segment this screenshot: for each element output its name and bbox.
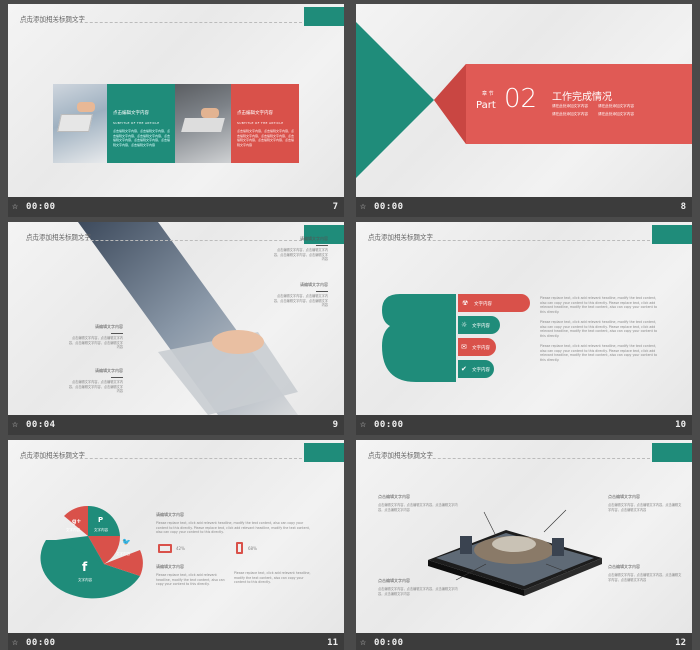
- slide-number: 10: [675, 420, 686, 430]
- slide-thumb-10[interactable]: 点击添加相关标题文字 ☢ 文字内容 ☼ 文字内容 ✉ 文字内容 ✔ 文字内容 P…: [356, 222, 692, 435]
- pill-row-4: ✔ 文字内容: [458, 360, 494, 378]
- slide-canvas: 点击添加相关标题文字 ☢ 文字内容 ☼ 文字内容 ✉ 文字内容 ✔ 文字内容 P…: [356, 222, 692, 415]
- slide-footer: ☆ 00:04 9: [8, 415, 344, 435]
- star-icon[interactable]: ☆: [12, 637, 18, 648]
- pill-row-1: ☢ 文字内容: [458, 294, 530, 312]
- sun-icon: ☼: [461, 321, 468, 329]
- pie-label: 文字内容: [78, 578, 92, 582]
- card-subtitle: SUBTITLE OF THE ARTICLE: [237, 121, 284, 125]
- left-item-2: 请编辑文字内容 点击编辑文字内容，点击编辑文字内容，点击编辑文字内容，点击编辑文…: [68, 368, 123, 393]
- twitter-icon: 🐦: [122, 538, 131, 546]
- pill-row-2: ☼ 文字内容: [458, 316, 500, 334]
- bullet-item: 请在此处添加文字内容: [598, 104, 634, 108]
- red-text-card: 点击编辑文字内容 SUBTITLE OF THE ARTICLE 点击编辑文字内…: [231, 84, 299, 163]
- callout-bottom-right: 点击编辑文字内容 点击编辑文字内容，点击编辑文字内容，点击编辑文字内容，点击编辑…: [608, 564, 682, 582]
- stat-value: 68%: [248, 546, 257, 551]
- slide-canvas: 点击添加相关标题文字 点击编辑文字内容 点击编辑文字内容，点击编辑文字内容，点击…: [356, 440, 692, 633]
- slide-number: 9: [332, 420, 338, 430]
- callout-top-right: 点击编辑文字内容 点击编辑文字内容，点击编辑文字内容，点击编辑文字内容，点击编辑…: [608, 494, 682, 512]
- text-block-bottom-1: 请编辑文字内容 Please replace text, click add r…: [156, 564, 225, 586]
- slide-number: 7: [332, 202, 338, 212]
- slide-thumb-7[interactable]: 点击添加相关标题文字 点击编辑文字内容 SUBTITLE OF THE ARTI…: [8, 4, 344, 217]
- teal-text-card: 点击编辑文字内容 SUBTITLE OF THE ARTICLE 点击编辑文字内…: [107, 84, 175, 163]
- card-subtitle: SUBTITLE OF THE ARTICLE: [113, 121, 160, 125]
- paragraph-block: Please replace text, click add relevant …: [540, 296, 658, 362]
- card-body: 点击编辑文字内容，点击编辑文字内容，点击编辑文字内容，点击编辑文字内容，点击编辑…: [237, 129, 295, 147]
- star-icon[interactable]: ☆: [360, 637, 366, 648]
- pinterest-icon: P: [98, 516, 104, 524]
- slide-thumb-8[interactable]: 章 节 Part 02 工作完成情况 请在此处添加文字内容 请在此处添加文字内容…: [356, 4, 692, 217]
- slide-footer: ☆ 00:00 7: [8, 197, 344, 217]
- slide-number: 8: [680, 202, 686, 212]
- google-plus-icon: g+: [72, 518, 82, 525]
- transition-time: 00:00: [26, 202, 56, 212]
- smartphone-city-graphic: [428, 509, 602, 596]
- star-icon[interactable]: ☆: [360, 201, 366, 212]
- chat-icon: ✉: [461, 343, 467, 351]
- text-block-bottom-2: Please replace text, click add relevant …: [234, 571, 311, 584]
- slide-canvas: 点击添加相关标题文字 g+ P 🐦 f 文字内容 文字内容 文字内容 文字内容 …: [8, 440, 344, 633]
- slide-thumb-11[interactable]: 点击添加相关标题文字 g+ P 🐦 f 文字内容 文字内容 文字内容 文字内容 …: [8, 440, 344, 650]
- star-icon[interactable]: ☆: [12, 419, 18, 430]
- social-pie-graphic: [40, 505, 143, 599]
- office-photo: [53, 84, 107, 163]
- section-title: 工作完成情况: [552, 92, 612, 103]
- slide-thumb-9[interactable]: 点击添加相关标题文字 请编辑文字内容 点击编辑文字内容，点击编辑文字内容，点击编…: [8, 222, 344, 435]
- bullet-item: 请在此处添加文字内容: [552, 112, 588, 116]
- header-divider: [20, 22, 302, 23]
- slide-canvas: 章 节 Part 02 工作完成情况 请在此处添加文字内容 请在此处添加文字内容…: [356, 4, 692, 197]
- card-body: 点击编辑文字内容，点击编辑文字内容，点击编辑文字内容，点击编辑文字内容，点击编辑…: [113, 129, 171, 147]
- check-icon: ✔: [461, 365, 467, 373]
- transition-time: 00:00: [374, 420, 404, 430]
- text-block-top: 请编辑文字内容 Please replace text, click add r…: [156, 512, 310, 534]
- star-icon[interactable]: ☆: [360, 419, 366, 430]
- monitor-icon: [158, 544, 172, 553]
- right-item-1: 请编辑文字内容 点击编辑文字内容，点击编辑文字内容，点击编辑文字内容，点击编辑文…: [273, 236, 328, 261]
- transition-time: 00:00: [374, 638, 404, 648]
- transition-time: 00:00: [26, 638, 56, 648]
- transition-time: 00:04: [26, 420, 56, 430]
- callout-bottom-left: 点击编辑文字内容 点击编辑文字内容，点击编辑文字内容，点击编辑文字内容，点击编辑…: [378, 578, 458, 596]
- pie-label: 文字内容: [66, 528, 80, 532]
- slide-footer: ☆ 00:00 12: [356, 633, 692, 650]
- stat-value: 42%: [176, 546, 185, 551]
- chapter-label: 章 节: [482, 91, 494, 97]
- slide-footer: ☆ 00:00 11: [8, 633, 344, 650]
- bullet-item: 请在此处添加文字内容: [552, 104, 588, 108]
- part-label: Part: [476, 100, 496, 111]
- star-icon[interactable]: ☆: [12, 201, 18, 212]
- facebook-icon: f: [82, 560, 88, 574]
- callout-top-left: 点击编辑文字内容 点击编辑文字内容，点击编辑文字内容，点击编辑文字内容，点击编辑…: [378, 494, 458, 512]
- card-title: 点击编辑文字内容: [237, 111, 273, 116]
- pie-label: 文字内容: [94, 528, 108, 532]
- slide-footer: ☆ 00:00 10: [356, 415, 692, 435]
- slide-thumb-12[interactable]: 点击添加相关标题文字 点击编辑文字内容 点击编辑文字内容，点击编辑文字内容，点击…: [356, 440, 692, 650]
- slide-footer: ☆ 00:00 8: [356, 197, 692, 217]
- slide-number: 11: [327, 638, 338, 648]
- part-number: 02: [504, 84, 538, 114]
- slide-number: 12: [675, 638, 686, 648]
- left-item-1: 请编辑文字内容 点击编辑文字内容，点击编辑文字内容，点击编辑文字内容，点击编辑文…: [68, 324, 123, 349]
- right-item-2: 请编辑文字内容 点击编辑文字内容，点击编辑文字内容，点击编辑文字内容，点击编辑文…: [273, 282, 328, 307]
- header-divider: [26, 240, 302, 241]
- card-title: 点击编辑文字内容: [113, 111, 149, 116]
- laptop-photo: [175, 84, 231, 163]
- bullet-item: 请在此处添加文字内容: [598, 112, 634, 116]
- pill-row-3: ✉ 文字内容: [458, 338, 496, 356]
- slide-canvas: 点击添加相关标题文字 请编辑文字内容 点击编辑文字内容，点击编辑文字内容，点击编…: [8, 222, 344, 415]
- slide-canvas: 点击添加相关标题文字 点击编辑文字内容 SUBTITLE OF THE ARTI…: [8, 4, 344, 197]
- radiation-icon: ☢: [462, 299, 469, 307]
- transition-time: 00:00: [374, 202, 404, 212]
- pie-label: 文字内容: [116, 552, 130, 556]
- phone-icon: [236, 542, 243, 554]
- header-accent: [304, 7, 344, 26]
